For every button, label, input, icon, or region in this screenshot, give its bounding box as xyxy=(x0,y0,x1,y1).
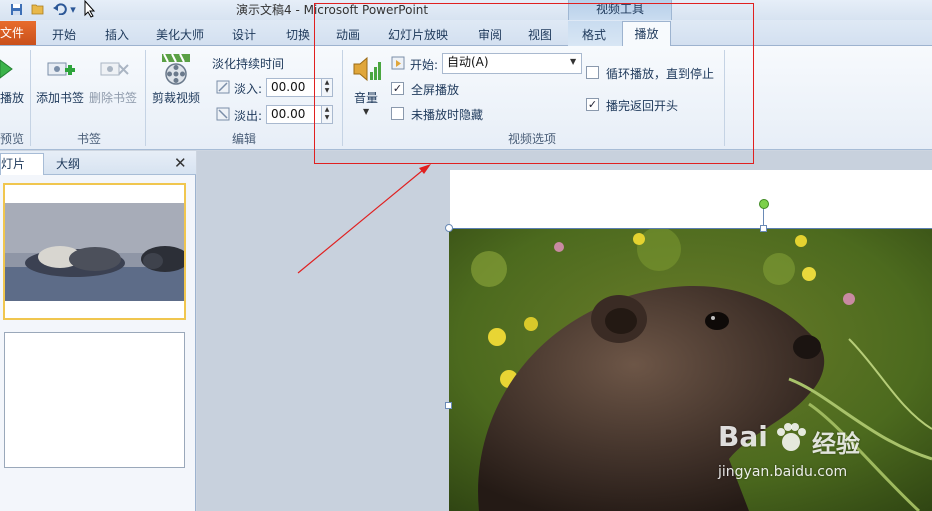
trim-video-button[interactable]: 剪裁视频 xyxy=(152,89,200,106)
group-divider xyxy=(145,50,146,146)
fade-in-label: 淡入: xyxy=(234,82,263,96)
selection-border xyxy=(448,228,932,229)
add-bookmark-icon[interactable] xyxy=(47,57,77,86)
baidu-jingyan-watermark: Bai 经验 jingyan.baidu.com xyxy=(718,420,918,495)
undo-icon[interactable] xyxy=(52,1,68,17)
open-folder-icon[interactable] xyxy=(30,1,46,17)
save-icon[interactable] xyxy=(8,1,24,17)
annotation-arrow xyxy=(297,164,431,274)
fade-out-icon xyxy=(216,107,230,124)
slide-thumbnail-1[interactable] xyxy=(3,183,189,320)
play-icon[interactable] xyxy=(0,58,14,83)
group-divider xyxy=(30,50,31,146)
tab-outline[interactable]: 大纲 xyxy=(56,155,80,172)
tab-beautify-master[interactable]: 美化大师 xyxy=(156,26,204,43)
preview-group-label: 预览 xyxy=(0,132,25,146)
fade-out-label: 淡出: xyxy=(234,109,263,123)
tab-home[interactable]: 开始 xyxy=(52,26,76,43)
tab-design[interactable]: 设计 xyxy=(232,26,256,43)
seals-video-thumbnail xyxy=(5,185,189,318)
editing-group-label: 编辑 xyxy=(232,132,257,146)
fade-in-icon xyxy=(216,80,230,97)
mouse-cursor-icon xyxy=(84,0,96,21)
delete-bookmark-icon xyxy=(100,57,130,86)
paw-icon xyxy=(774,422,808,459)
resize-handle-top-left[interactable] xyxy=(445,224,453,232)
tab-slides[interactable]: 幻灯片 xyxy=(0,153,44,175)
slide-thumbnail-2[interactable] xyxy=(4,332,185,468)
tab-insert[interactable]: 插入 xyxy=(105,26,129,43)
watermark-brand: Bai xyxy=(718,420,768,453)
resize-handle-left[interactable] xyxy=(445,402,452,409)
rotate-handle[interactable] xyxy=(759,199,769,209)
tab-transitions[interactable]: 切换 xyxy=(286,26,310,43)
play-button-label[interactable]: 播放 xyxy=(0,89,24,106)
watermark-url: jingyan.baidu.com xyxy=(718,464,848,480)
add-bookmark-button[interactable]: 添加书签 xyxy=(36,89,84,106)
qat-dropdown-icon[interactable]: ▾ xyxy=(68,1,78,17)
delete-bookmark-button: 删除书签 xyxy=(89,91,138,105)
close-icon[interactable]: ✕ xyxy=(174,154,187,172)
trim-video-icon[interactable] xyxy=(160,52,192,89)
fade-duration-label: 淡化持续时间 xyxy=(212,57,285,71)
annotation-highlight-box xyxy=(314,3,754,164)
tab-file[interactable]: 文件 xyxy=(0,21,36,45)
bookmarks-group-label: 书签 xyxy=(77,132,102,146)
resize-handle-top[interactable] xyxy=(760,225,767,232)
watermark-brand-cn: 经验 xyxy=(812,430,860,458)
